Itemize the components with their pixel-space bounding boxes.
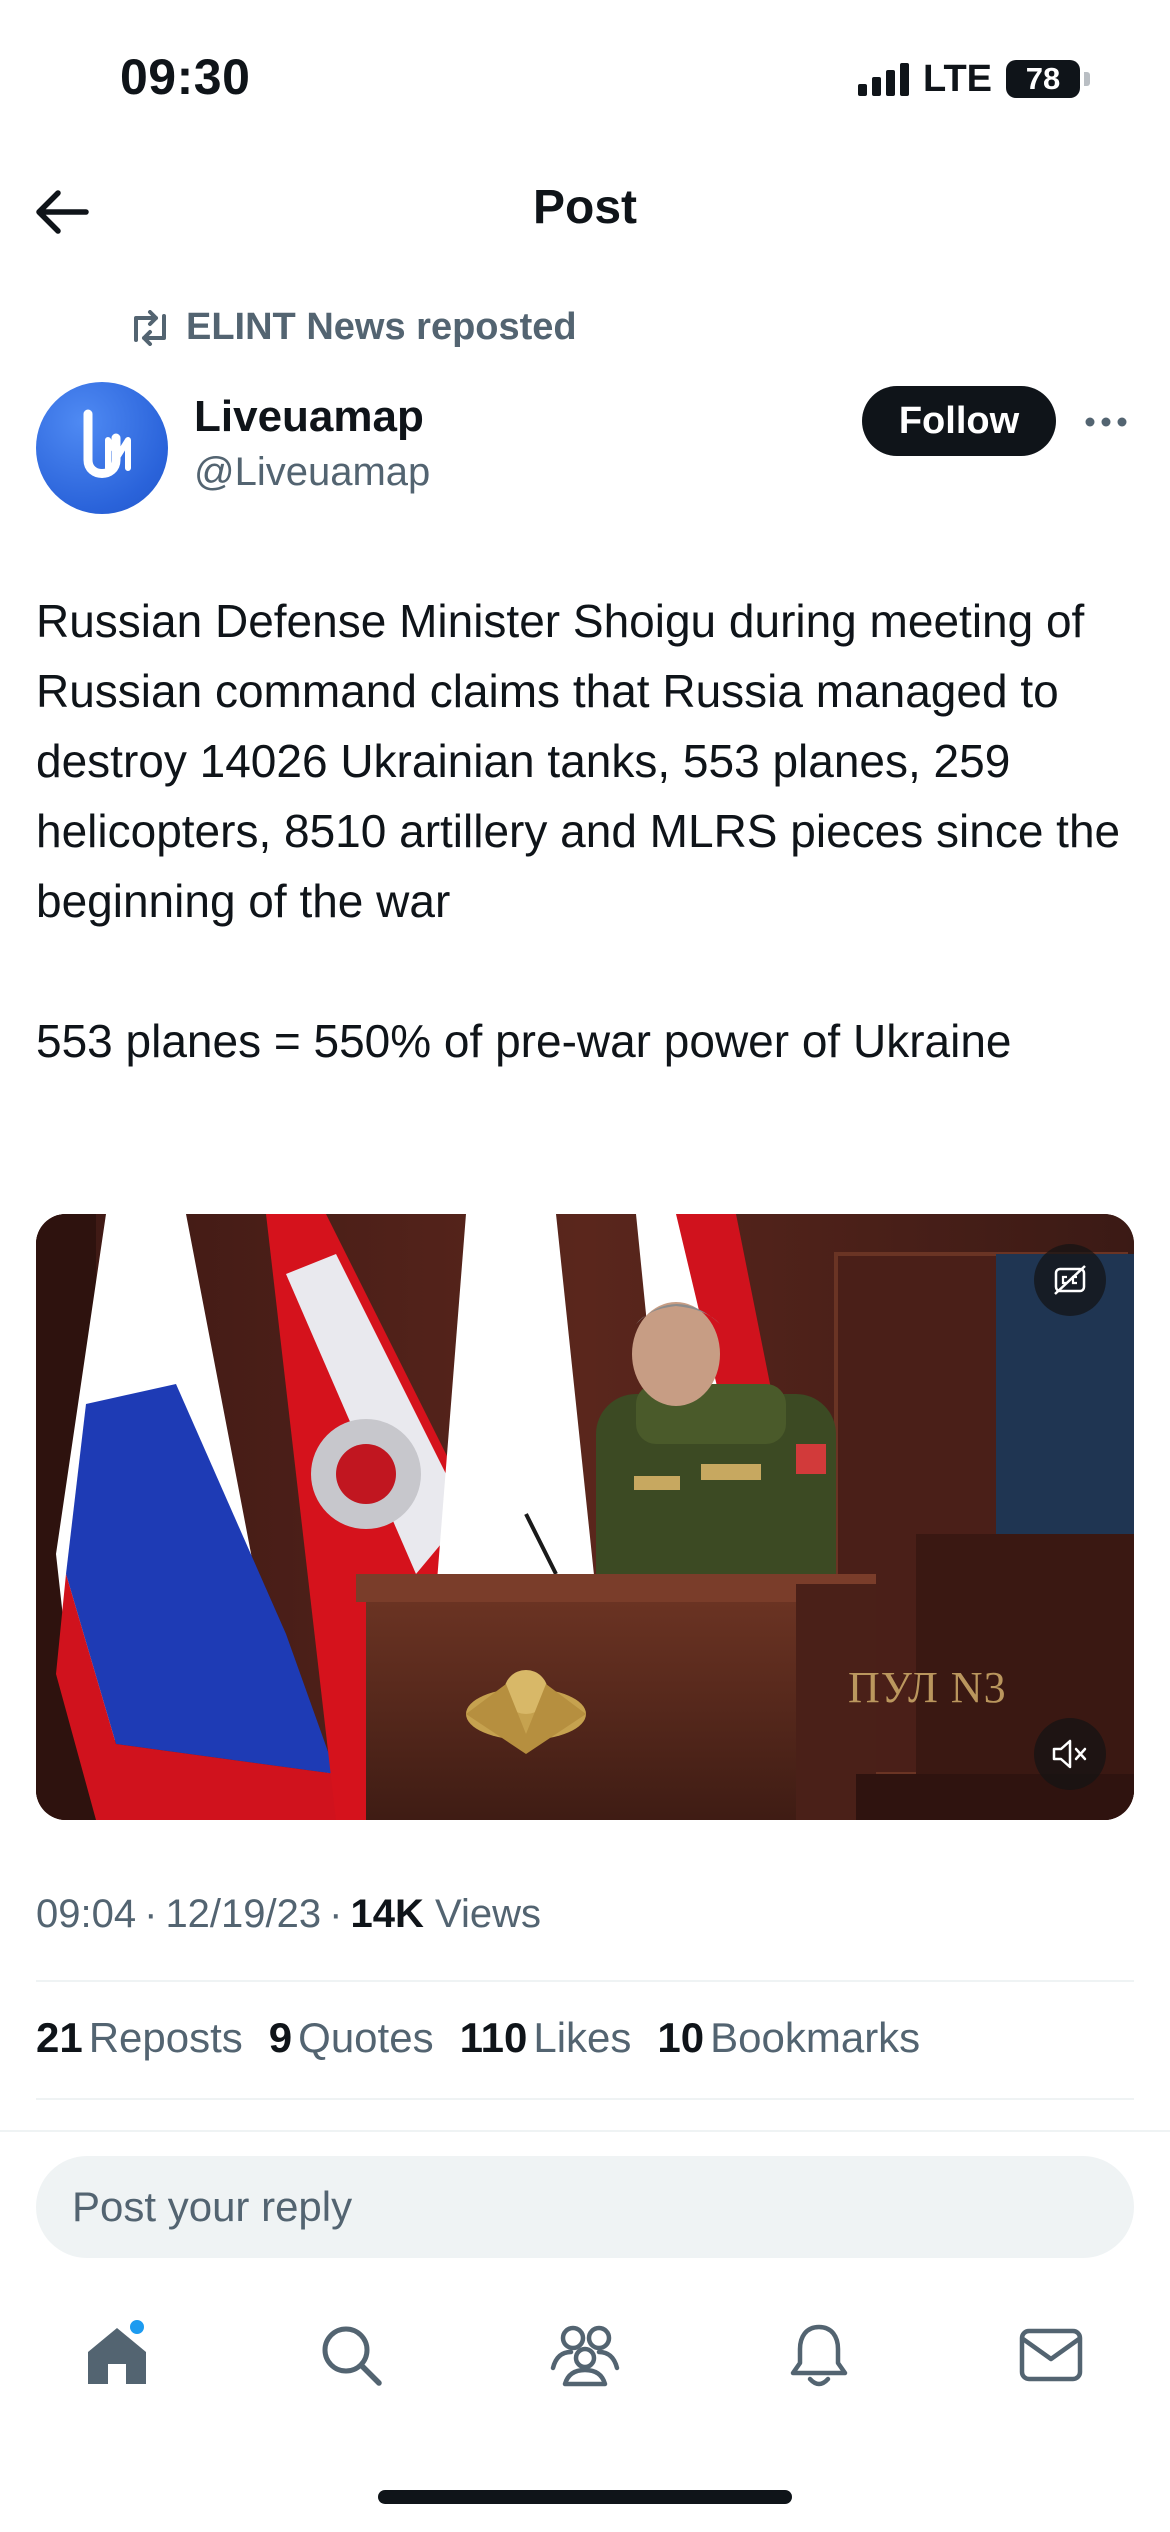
post-header: Post xyxy=(0,150,1170,270)
tab-communities[interactable] xyxy=(540,2310,630,2400)
post-body: Russian Defense Minister Shoigu during m… xyxy=(36,586,1136,1076)
reposts-count: 21 xyxy=(36,2014,83,2061)
post-paragraph: 553 planes = 550% of pre-war power of Uk… xyxy=(36,1015,1012,1067)
battery-cap xyxy=(1084,72,1090,86)
status-bar: 09:30 LTE 78 xyxy=(0,0,1170,150)
quotes-label: Quotes xyxy=(298,2014,434,2061)
follow-button[interactable]: Follow xyxy=(862,386,1056,456)
post-date: 12/19/23 xyxy=(165,1892,322,1936)
bookmarks-count: 10 xyxy=(657,2014,705,2061)
communities-icon xyxy=(550,2325,620,2387)
notifications-icon xyxy=(790,2324,848,2387)
repost-indicator[interactable]: ELINT News reposted xyxy=(128,306,577,349)
views-label: Views xyxy=(434,1892,541,1936)
volume-muted-icon xyxy=(1052,1739,1087,1769)
repost-icon xyxy=(134,309,166,346)
post-paragraph: Russian Defense Minister Shoigu during m… xyxy=(36,595,1121,927)
reply-bar-divider xyxy=(0,2130,1170,2132)
quotes-stat[interactable]: 9 Quotes xyxy=(269,2014,434,2062)
notification-dot xyxy=(128,2318,146,2336)
more-options-button[interactable] xyxy=(1082,402,1130,442)
reply-input[interactable] xyxy=(36,2156,1134,2258)
captions-toggle[interactable] xyxy=(1034,1244,1106,1316)
post-meta: 09:04 · 12/19/23 · 14K Views xyxy=(36,1892,541,1937)
divider xyxy=(36,2098,1134,2100)
battery-icon: 78 xyxy=(1006,60,1080,98)
page-title: Post xyxy=(532,181,637,234)
messages-icon xyxy=(1019,2328,1083,2382)
post-time: 09:04 xyxy=(36,1892,137,1936)
mute-toggle[interactable] xyxy=(1034,1718,1106,1790)
meta-separator: · xyxy=(144,1892,158,1936)
avatar[interactable] xyxy=(36,382,168,514)
video-frame xyxy=(36,1214,1134,1820)
tab-notifications[interactable] xyxy=(774,2310,864,2400)
captions-off-icon xyxy=(1054,1265,1086,1295)
views-count: 14K xyxy=(350,1892,424,1936)
network-type: LTE xyxy=(923,57,992,100)
bookmarks-label: Bookmarks xyxy=(710,2014,921,2061)
bottom-tab-bar xyxy=(0,2290,1170,2420)
status-indicators: LTE 78 xyxy=(858,54,1090,104)
views-stat[interactable]: 14K Views xyxy=(350,1892,541,1937)
bookmarks-stat[interactable]: 10 Bookmarks xyxy=(657,2014,920,2062)
search-icon xyxy=(322,2326,382,2386)
reposts-label: Reposts xyxy=(88,2014,243,2061)
status-time: 09:30 xyxy=(120,49,251,105)
tab-messages[interactable] xyxy=(1006,2310,1096,2400)
likes-count: 110 xyxy=(459,2014,528,2061)
repost-text: ELINT News reposted xyxy=(186,306,577,348)
video-player[interactable]: ПУЛ N3 xyxy=(36,1214,1134,1820)
more-options-icon xyxy=(1085,417,1127,427)
home-indicator[interactable] xyxy=(378,2490,792,2504)
video-watermark: ПУЛ N3 xyxy=(848,1663,1007,1712)
likes-label: Likes xyxy=(533,2014,632,2061)
likes-stat[interactable]: 110 Likes xyxy=(460,2014,632,2062)
engagement-stats: 21 Reposts 9 Quotes 110 Likes 10 Bookmarks xyxy=(36,2014,920,2062)
tab-home[interactable] xyxy=(72,2310,162,2400)
author-handle[interactable]: @Liveuamap xyxy=(194,450,430,495)
divider xyxy=(36,1980,1134,1982)
signal-strength-icon xyxy=(858,62,910,96)
quotes-count: 9 xyxy=(268,2014,293,2061)
meta-separator: · xyxy=(329,1892,343,1936)
battery-level: 78 xyxy=(1025,61,1061,96)
tab-search[interactable] xyxy=(306,2310,396,2400)
liveuamap-logo-icon xyxy=(83,409,131,478)
reposts-stat[interactable]: 21 Reposts xyxy=(36,2014,243,2062)
author-name[interactable]: Liveuamap xyxy=(194,392,424,442)
